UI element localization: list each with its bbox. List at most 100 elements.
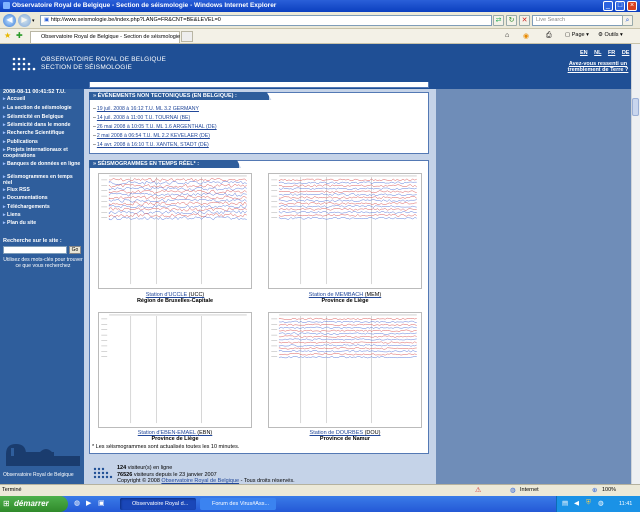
minimize-button[interactable]: _ bbox=[603, 1, 613, 11]
lang-nl[interactable]: NL bbox=[594, 50, 601, 56]
tab-active[interactable]: Observatoire Royal de Belgique - Section… bbox=[30, 31, 180, 43]
task-forum[interactable]: Forum des Virus#Ass... bbox=[200, 498, 276, 510]
stop-icon[interactable]: ✕ bbox=[519, 15, 530, 26]
quicklaunch-desktop-icon[interactable]: ▣ bbox=[98, 499, 105, 507]
sidebar-item-banques[interactable]: Banques de données en ligne bbox=[3, 161, 83, 168]
visitors-online-text: visiteur(s) en ligne bbox=[127, 465, 173, 471]
station-region: Province de Namur bbox=[319, 436, 371, 442]
page-icon: ▣ bbox=[44, 17, 51, 23]
sidebar-item-rss[interactable]: Flux RSS bbox=[3, 187, 83, 194]
sidebar-item-plan[interactable]: Plan du site bbox=[3, 220, 83, 227]
refresh-icon[interactable]: ↻ bbox=[506, 15, 517, 26]
events-title: ÉVÉNEMENTS NON TECTONIQUES (EN BELGIQUE)… bbox=[97, 93, 237, 99]
event-item[interactable]: 14 juil. 2008 à 11:00 T.U. TOURNAI (BE) bbox=[93, 115, 190, 121]
address-input[interactable]: ▣ http://www.seismologie.be/index.php?LA… bbox=[40, 15, 492, 26]
banner-title: OBSERVATOIRE ROYAL DE BELGIQUE bbox=[41, 56, 167, 63]
start-button[interactable]: démarrer bbox=[0, 496, 68, 512]
taskbar bbox=[0, 496, 640, 512]
start-label: démarrer bbox=[14, 499, 49, 508]
add-favorite-icon[interactable]: ✚ bbox=[16, 31, 23, 40]
event-item[interactable]: 19 juil. 2008 à 16:12 T.U. ML 3.2 GERMAN… bbox=[93, 106, 199, 112]
zoom-icon[interactable]: ⊕ bbox=[592, 486, 597, 494]
seismogram-membach-image[interactable] bbox=[268, 173, 422, 289]
site-search-input[interactable] bbox=[3, 246, 67, 254]
quicklaunch-ie-icon[interactable]: ◍ bbox=[74, 499, 80, 507]
print-icon[interactable]: ⎙ bbox=[546, 32, 552, 40]
seismogram-uccle-image[interactable] bbox=[98, 173, 252, 289]
forward-button[interactable]: ▶ bbox=[18, 14, 31, 27]
status-text: Terminé bbox=[2, 487, 22, 493]
tools-menu[interactable]: ⚙ Outils ▾ bbox=[598, 32, 623, 38]
sidebar-item-seismicite-belgique[interactable]: Séismicité en Belgique bbox=[3, 114, 83, 121]
popup-blocked-icon[interactable]: ⚠ bbox=[475, 486, 481, 494]
sidebar-item-seismogrammes[interactable]: Séismogrammes en temps réel bbox=[3, 174, 83, 186]
clock: 11:41 bbox=[619, 501, 633, 507]
zoom-level[interactable]: 100% bbox=[602, 487, 616, 493]
sidebar-item-recherche[interactable]: Recherche Scientifique bbox=[3, 130, 83, 137]
recent-pages-icon[interactable]: ▾ bbox=[32, 18, 35, 24]
sidebar-item-seismicite-monde[interactable]: Séismicité dans le monde bbox=[3, 122, 83, 129]
back-button[interactable]: ◀ bbox=[3, 14, 16, 27]
sidebar-footer-label: Observatoire Royal de Belgique bbox=[3, 472, 74, 478]
sidebar-item-telechargements[interactable]: Téléchargements bbox=[3, 204, 83, 211]
sidebar-item-section[interactable]: La section de séismologie bbox=[3, 105, 83, 112]
sidebar-item-documentations[interactable]: Documentations bbox=[3, 195, 83, 202]
tab-label: Observatoire Royal de Belgique - Section… bbox=[41, 34, 181, 40]
tray-update-icon[interactable]: ◍ bbox=[598, 499, 604, 507]
footer-logo-icon bbox=[93, 467, 113, 479]
search-icon[interactable]: ⌕ bbox=[622, 15, 633, 26]
close-button[interactable]: × bbox=[627, 1, 637, 11]
feeds-icon[interactable]: ◉ bbox=[523, 32, 529, 40]
security-zone: Internet bbox=[520, 487, 539, 493]
sidebar-item-liens[interactable]: Liens bbox=[3, 212, 83, 219]
seismograms-title: SÉISMOGRAMMES EN TEMPS RÉEL* : bbox=[97, 161, 200, 167]
seismograms-note: * Les séismogrammes sont actualisés tout… bbox=[92, 444, 240, 450]
observatory-logo-icon bbox=[12, 57, 36, 71]
internet-zone-icon: ◍ bbox=[510, 487, 516, 494]
tray-network-icon[interactable]: ▤ bbox=[562, 499, 568, 507]
home-icon[interactable]: ⌂ bbox=[505, 32, 509, 39]
search-input[interactable]: Live Search bbox=[532, 15, 632, 26]
sidebar-item-projets[interactable]: Projets internationaux et coopérations bbox=[3, 147, 83, 159]
windows-logo-icon: ⊞ bbox=[3, 499, 10, 508]
page-menu-label: Page bbox=[571, 32, 585, 38]
tools-menu-label: Outils bbox=[604, 32, 619, 38]
search-help: Utilisez des mots-clés pour trouver ce q… bbox=[3, 257, 83, 269]
tray-volume-icon[interactable]: ◀ bbox=[574, 499, 579, 507]
quicklaunch-media-icon[interactable]: ▶ bbox=[86, 499, 91, 507]
sidebar-item-accueil[interactable]: Accueil bbox=[3, 96, 83, 103]
visitors-online: 124 visiteur(s) en ligne bbox=[117, 465, 172, 471]
window-titlebar: Observatoire Royal de Belgique - Section… bbox=[0, 0, 640, 12]
maximize-button[interactable]: □ bbox=[615, 1, 625, 11]
task-observatoire[interactable]: Observatoire Royal d... bbox=[120, 498, 196, 510]
sidebar-item-publications[interactable]: Publications bbox=[3, 139, 83, 146]
previous-box-bottom bbox=[89, 82, 429, 88]
go-icon[interactable]: ⇄ bbox=[493, 15, 504, 26]
seismogram-eben-emael-image[interactable] bbox=[98, 312, 252, 428]
felt-earthquake-link[interactable]: Avez-vous ressenti un tremblement de Ter… bbox=[560, 61, 636, 73]
event-item[interactable]: 14 avr. 2008 à 16:10 T.U. XANTEN, STADT … bbox=[93, 142, 209, 148]
station-region: Province de Liège bbox=[321, 298, 369, 304]
window-title: Observatoire Royal de Belgique - Section… bbox=[12, 2, 277, 9]
new-tab-button[interactable] bbox=[181, 31, 193, 42]
visitors-online-count: 124 bbox=[117, 465, 127, 471]
tray-security-icon[interactable]: ⛨ bbox=[586, 499, 591, 507]
status-bar bbox=[0, 484, 640, 496]
seismogram-dourbes-image[interactable] bbox=[268, 312, 422, 428]
sidebar-datetime: 2008-08-11 00:41:52 T.U. bbox=[3, 89, 66, 95]
lang-fr[interactable]: FR bbox=[608, 50, 615, 56]
event-item[interactable]: 26 mai 2008 à 10:05 T.U. ML 1.6 ARGENTHA… bbox=[93, 124, 217, 130]
search-label: Recherche sur le site : bbox=[3, 238, 62, 244]
lang-en[interactable]: EN bbox=[580, 50, 588, 56]
banner-subtitle: SECTION DE SÉISMOLOGIE bbox=[41, 64, 133, 71]
ie-icon bbox=[3, 2, 10, 9]
scrollbar-thumb[interactable] bbox=[632, 98, 639, 116]
station-region: Province de Liège bbox=[151, 436, 199, 442]
site-search-go-button[interactable]: Go bbox=[69, 246, 81, 254]
event-item[interactable]: 2 mai 2008 à 06:54 T.U. ML 2.2 KEVELAER … bbox=[93, 133, 210, 139]
observatory-building-icon bbox=[6, 444, 80, 466]
page-menu[interactable]: ▢ Page ▾ bbox=[565, 32, 589, 38]
station-region: Région de Bruxelles-Capitale bbox=[136, 298, 214, 304]
lang-de[interactable]: DE bbox=[622, 50, 630, 56]
favorites-star-icon[interactable]: ★ bbox=[4, 31, 11, 40]
